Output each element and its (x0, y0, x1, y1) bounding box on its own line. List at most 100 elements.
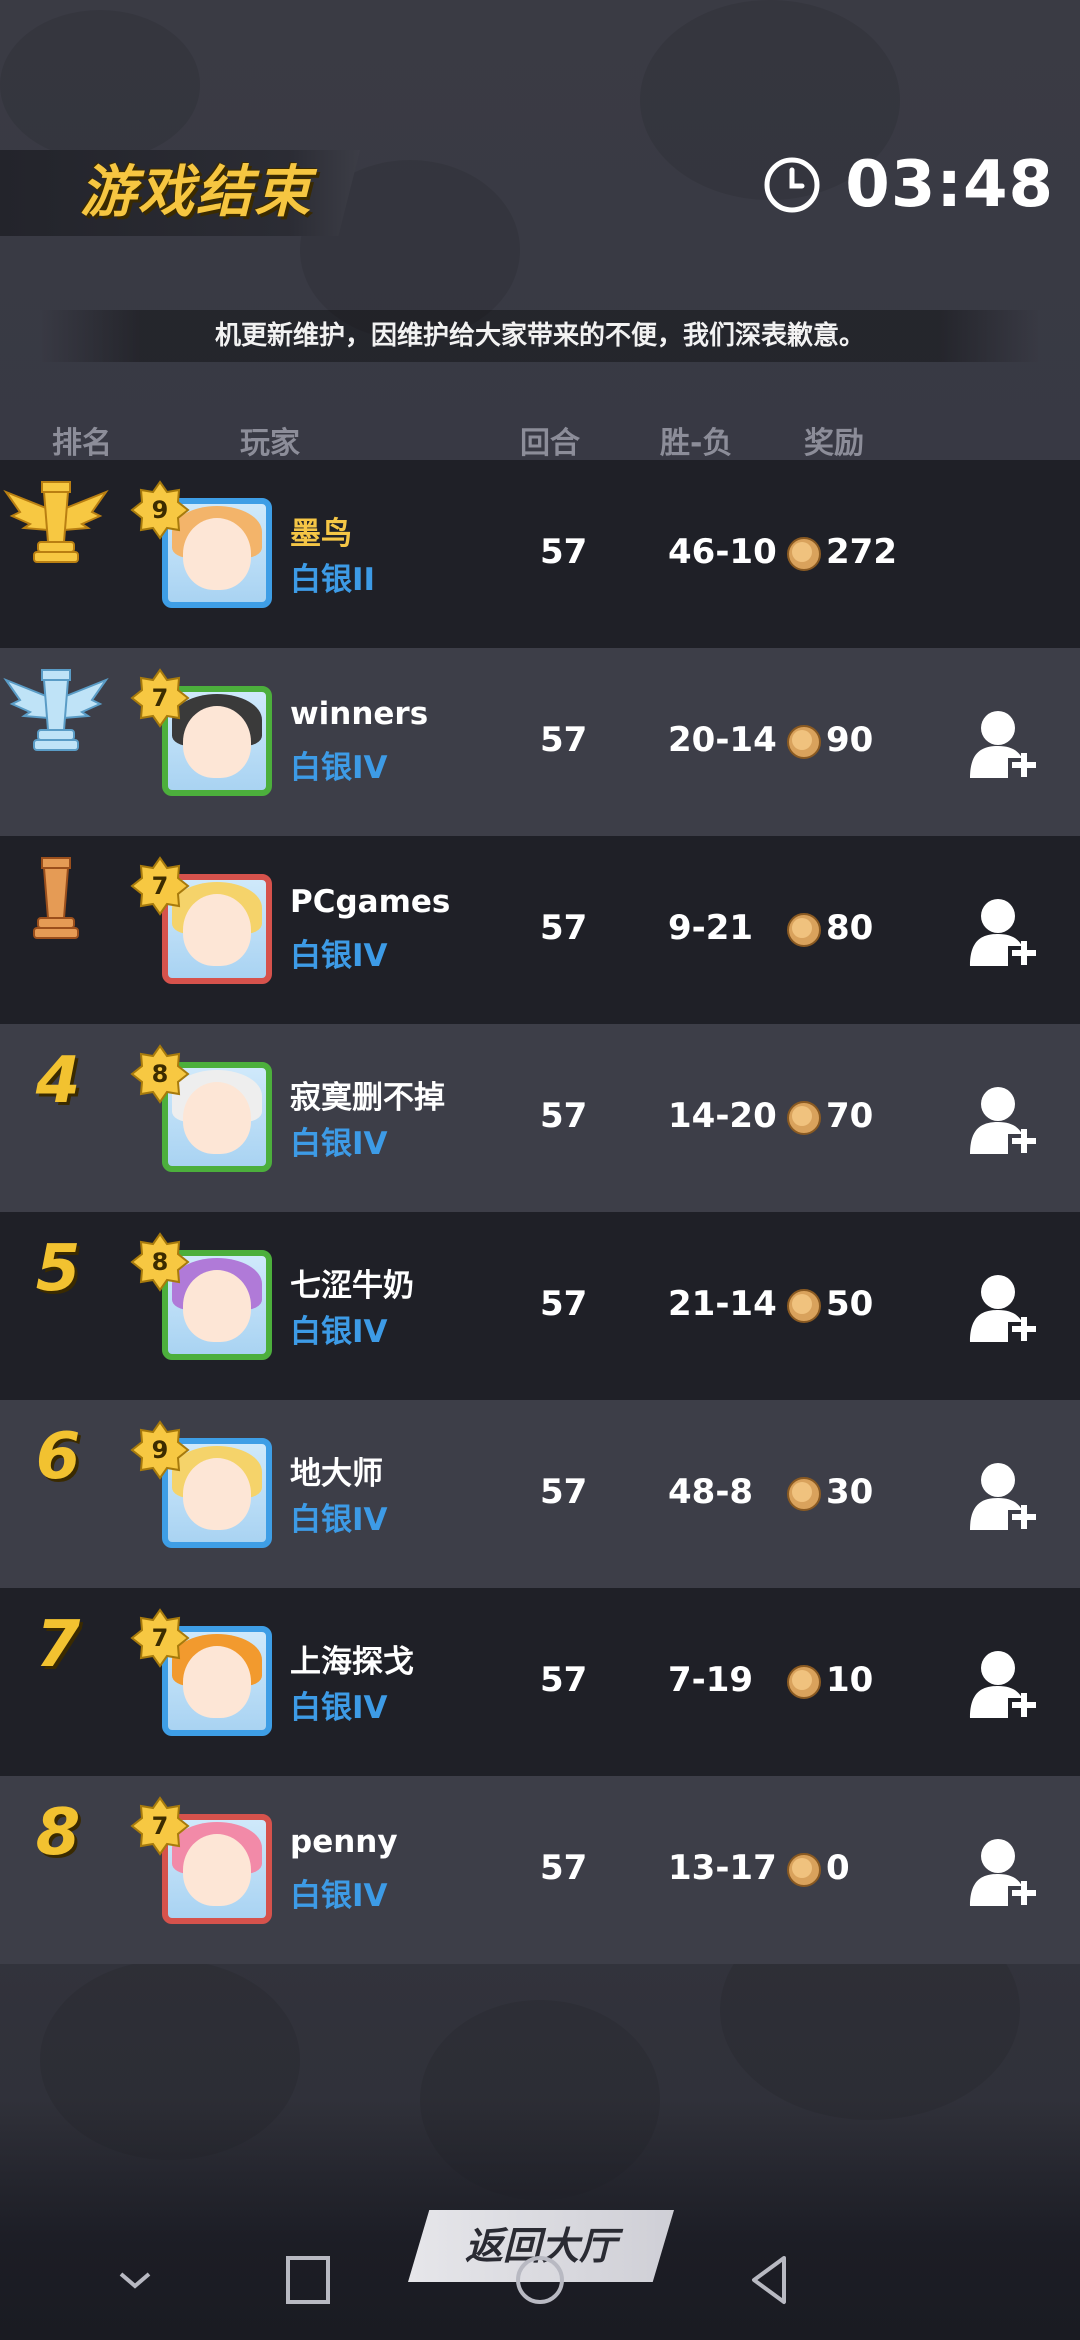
coin-icon (787, 1665, 821, 1699)
rounds-value: 57 (540, 1096, 588, 1136)
rounds-value: 57 (540, 532, 588, 572)
rank-number: 6 (35, 1420, 81, 1494)
coin-icon (787, 1477, 821, 1511)
win-loss-record: 13-17 (668, 1848, 777, 1888)
add-friend-icon[interactable] (968, 1272, 1038, 1348)
level-number: 8 (151, 1060, 169, 1088)
rank-number: 5 (35, 1232, 81, 1306)
player-row: 8 7 penny 白银IV 57 13-17 0 (0, 1776, 1080, 1964)
avatar-face (183, 1458, 251, 1530)
reward-value: 90 (826, 720, 874, 760)
rank-number: 8 (35, 1796, 81, 1870)
player-tier: 白银IV (290, 1878, 388, 1914)
avatar[interactable]: 9 (130, 480, 280, 630)
coin-icon (787, 1289, 821, 1323)
avatar-face (183, 1082, 251, 1154)
square-icon[interactable] (278, 2250, 338, 2310)
timer-value: 03:48 (845, 148, 1054, 222)
player-tier: 白银IV (290, 1126, 388, 1162)
player-tier: 白银IV (290, 1502, 388, 1538)
add-friend-icon[interactable] (968, 1836, 1038, 1912)
level-number: 7 (151, 1624, 169, 1652)
table-header: 排名 玩家 回合 胜-负 奖励 (0, 410, 1080, 462)
player-tier: 白银IV (290, 1690, 388, 1726)
add-friend-icon[interactable] (968, 1460, 1038, 1536)
player-name: 上海探戈 (290, 1644, 414, 1680)
player-row: 6 9 地大师 白银IV 57 48-8 30 (0, 1400, 1080, 1588)
circle-icon[interactable] (510, 2250, 570, 2310)
player-name: PCgames (290, 884, 451, 920)
rank-number: 4 (35, 1044, 81, 1118)
rounds-value: 57 (540, 908, 588, 948)
win-loss-record: 14-20 (668, 1096, 777, 1136)
avatar-face (183, 894, 251, 966)
reward-value: 272 (826, 532, 897, 572)
avatar-face (183, 1646, 251, 1718)
coin-icon (787, 537, 821, 571)
player-row: 7 winners 白银IV 57 20-14 90 (0, 648, 1080, 836)
coin-icon (787, 913, 821, 947)
player-row: 9 墨鸟 白银II 57 46-10 272 (0, 460, 1080, 648)
player-tier: 白银IV (290, 938, 388, 974)
win-loss-record: 7-19 (668, 1660, 754, 1700)
level-number: 7 (151, 684, 169, 712)
silver-trophy-icon (3, 669, 109, 751)
player-name: 七涩牛奶 (290, 1268, 414, 1304)
coin-icon (787, 1853, 821, 1887)
rounds-value: 57 (540, 1284, 588, 1324)
avatar[interactable]: 8 (130, 1044, 280, 1194)
add-friend-icon[interactable] (968, 896, 1038, 972)
avatar-face (183, 1834, 251, 1906)
add-friend-icon[interactable] (968, 708, 1038, 784)
coin-icon (787, 1101, 821, 1135)
player-tier: 白银IV (290, 750, 388, 786)
player-name: winners (290, 696, 429, 732)
chevron-down-icon[interactable] (105, 2250, 165, 2310)
rounds-value: 57 (540, 1848, 588, 1888)
avatar[interactable]: 9 (130, 1420, 280, 1570)
avatar[interactable]: 7 (130, 1608, 280, 1758)
player-name: 墨鸟 (290, 516, 352, 552)
reward-value: 50 (826, 1284, 874, 1324)
win-loss-record: 21-14 (668, 1284, 777, 1324)
reward-value: 0 (826, 1848, 850, 1888)
column-record: 胜-负 (660, 426, 733, 461)
avatar[interactable]: 7 (130, 1796, 280, 1946)
bronze-trophy-icon (33, 857, 79, 939)
win-loss-record: 20-14 (668, 720, 777, 760)
avatar[interactable]: 8 (130, 1232, 280, 1382)
add-friend-icon[interactable] (968, 1648, 1038, 1724)
avatar[interactable]: 7 (130, 856, 280, 1006)
player-row: 7 7 上海探戈 白银IV 57 7-19 10 (0, 1588, 1080, 1776)
rounds-value: 57 (540, 720, 588, 760)
player-name: 地大师 (290, 1456, 383, 1492)
background-decoration (0, 10, 200, 160)
reward-value: 80 (826, 908, 874, 948)
page-title: 游戏结束 (80, 160, 312, 225)
timer: 03:48 (763, 145, 1054, 225)
reward-value: 10 (826, 1660, 874, 1700)
player-row: 7 PCgames 白银IV 57 9-21 80 (0, 836, 1080, 1024)
gold-trophy-icon (3, 481, 109, 563)
player-row: 5 8 七涩牛奶 白银IV 57 21-14 50 (0, 1212, 1080, 1400)
rank-number: 7 (35, 1608, 81, 1682)
reward-value: 30 (826, 1472, 874, 1512)
coin-icon (787, 725, 821, 759)
column-rounds: 回合 (520, 426, 580, 461)
avatar[interactable]: 7 (130, 668, 280, 818)
column-player: 玩家 (240, 426, 300, 461)
level-number: 8 (151, 1248, 169, 1276)
level-number: 7 (151, 872, 169, 900)
avatar-face (183, 706, 251, 778)
win-loss-record: 46-10 (668, 532, 777, 572)
rounds-value: 57 (540, 1472, 588, 1512)
column-reward: 奖励 (804, 426, 864, 461)
triangle-back-icon[interactable] (740, 2250, 800, 2310)
level-number: 9 (151, 496, 169, 524)
reward-value: 70 (826, 1096, 874, 1136)
add-friend-icon[interactable] (968, 1084, 1038, 1160)
rounds-value: 57 (540, 1660, 588, 1700)
player-tier: 白银II (290, 562, 376, 598)
avatar-face (183, 518, 251, 590)
player-row: 4 8 寂寞删不掉 白银IV 57 14-20 70 (0, 1024, 1080, 1212)
